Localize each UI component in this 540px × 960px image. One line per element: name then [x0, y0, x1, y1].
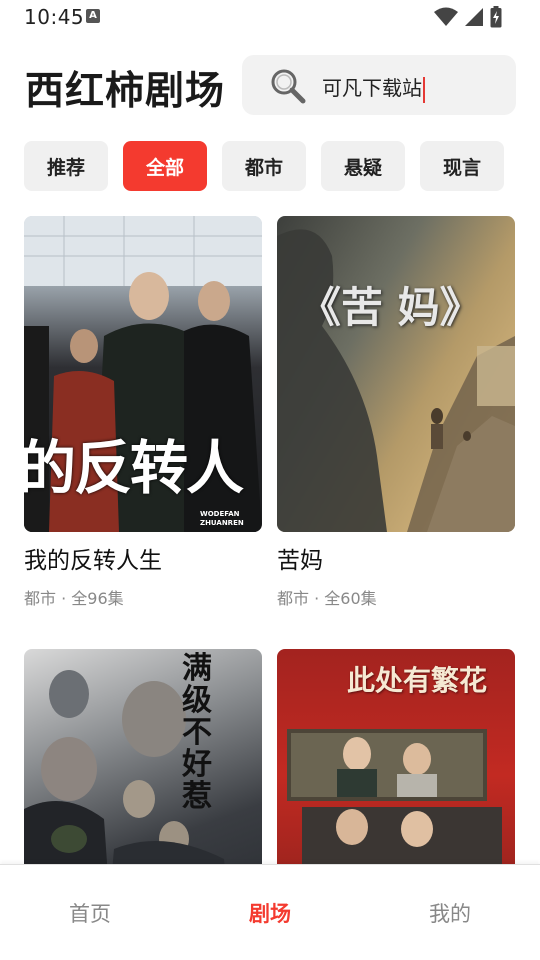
- tab-suspense[interactable]: 悬疑: [321, 141, 405, 191]
- poster-title-art: 满级不好惹: [182, 651, 212, 814]
- text-caret: [423, 76, 425, 103]
- drama-title[interactable]: 苦妈: [277, 541, 515, 575]
- status-bar: 10:45 A: [0, 0, 540, 34]
- poster-title-art: 《苦 妈》: [299, 283, 482, 332]
- poster-subtitle: WODEFAN ZHUANREN: [200, 510, 244, 527]
- drama-poster[interactable]: 的反转人 WODEFAN ZHUANREN: [24, 216, 262, 532]
- drama-meta: 都市 · 全60集: [277, 589, 377, 608]
- search-box[interactable]: 可凡下载站: [242, 55, 516, 115]
- nav-home[interactable]: 首页: [0, 865, 180, 960]
- drama-card[interactable]: 《苦 妈》 苦妈 都市 · 全60集: [277, 216, 515, 609]
- nav-mine[interactable]: 我的: [360, 865, 540, 960]
- tab-romance[interactable]: 现言: [420, 141, 504, 191]
- search-value: 可凡下载站: [322, 76, 422, 100]
- drama-title[interactable]: 我的反转人生: [24, 541, 262, 575]
- poster-title-art: 的反转人: [24, 434, 244, 502]
- drama-card[interactable]: 的反转人 WODEFAN ZHUANREN 我的反转人生 都市 · 全96集: [24, 216, 262, 609]
- tab-all[interactable]: 全部: [123, 141, 207, 191]
- app-title: 西红柿剧场: [25, 69, 226, 114]
- tab-urban[interactable]: 都市: [222, 141, 306, 191]
- status-icons: [434, 6, 502, 28]
- search-input[interactable]: 可凡下载站: [322, 72, 425, 103]
- drama-poster[interactable]: 《苦 妈》: [277, 216, 515, 532]
- signal-icon: [465, 8, 483, 26]
- bottom-nav: 首页 剧场 我的: [0, 864, 540, 960]
- category-tabs: 推荐 全部 都市 悬疑 现言: [24, 141, 504, 191]
- nav-theater[interactable]: 剧场: [180, 865, 360, 960]
- poster-art: [277, 229, 515, 532]
- battery-icon: [490, 6, 502, 28]
- notification-badge: A: [86, 9, 100, 23]
- drama-meta: 都市 · 全96集: [24, 589, 124, 608]
- wifi-icon: [434, 7, 458, 26]
- poster-title-art: 此处有繁花: [347, 664, 488, 697]
- tab-recommend[interactable]: 推荐: [24, 141, 108, 191]
- status-time: 10:45: [24, 5, 85, 29]
- search-icon[interactable]: [268, 66, 308, 106]
